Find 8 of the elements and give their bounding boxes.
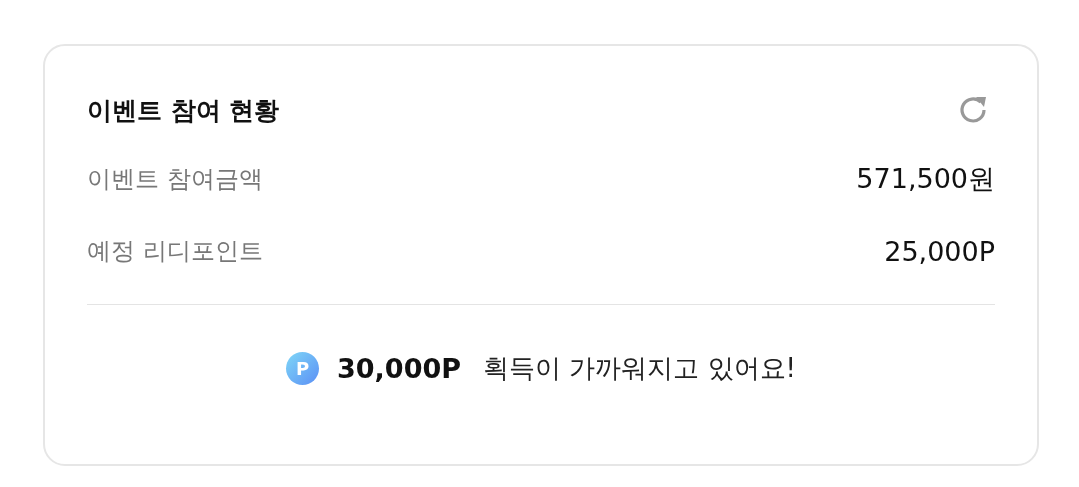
point-amount: 30,000P [337,353,461,384]
point-coin-icon: P [286,352,320,385]
row-value: 25,000P [884,235,995,267]
section-title: 이벤트 참여 현황 [87,94,280,127]
row-value: 571,500원 [856,162,995,196]
progress-message: 획득이 가까워지고 있어요! [483,352,796,385]
row-label: 예정 리디포인트 [87,236,263,267]
row-label: 이벤트 참여금액 [87,164,263,195]
